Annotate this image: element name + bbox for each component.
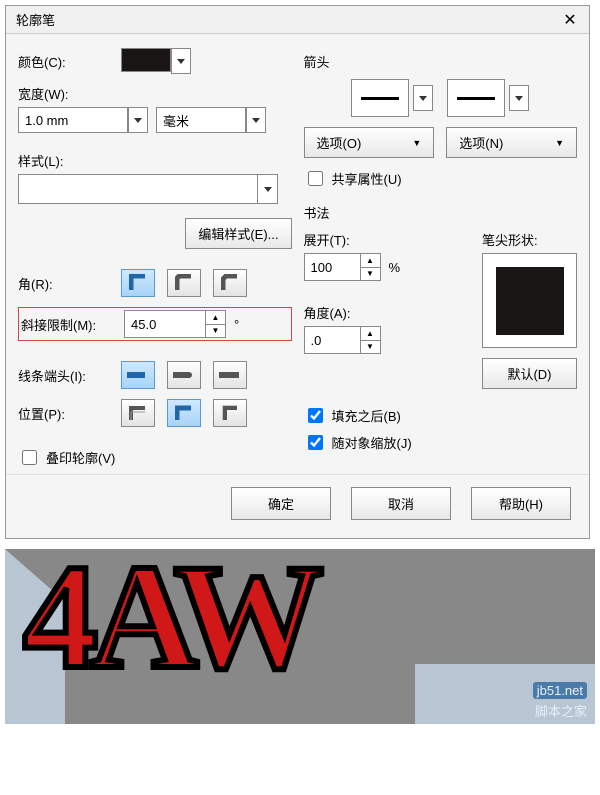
left-column: 颜色(C): 宽度(W): — [18, 48, 292, 468]
stretch-label: 展开(T): — [304, 230, 469, 249]
style-label: 样式(L): — [18, 151, 113, 170]
cap-round-icon[interactable] — [167, 361, 201, 389]
cap-label: 线条端头(I): — [18, 366, 113, 385]
result-preview: 4AW jb51.net 脚本之家 — [5, 549, 595, 724]
arrow-title: 箭头 — [304, 52, 578, 71]
corner-label: 角(R): — [18, 274, 113, 293]
scale-with-label: 随对象缩放(J) — [332, 433, 412, 452]
color-label: 颜色(C): — [18, 52, 113, 71]
position-center-icon[interactable] — [167, 399, 201, 427]
share-attr-label: 共享属性(U) — [332, 169, 402, 188]
unit-combo[interactable] — [156, 107, 266, 133]
corner-bevel-icon[interactable] — [213, 269, 247, 297]
default-button[interactable]: 默认(D) — [482, 358, 577, 389]
corner-round-icon[interactable] — [167, 269, 201, 297]
angle-label: 角度(A): — [304, 303, 469, 322]
cap-square-icon[interactable] — [213, 361, 247, 389]
arrow-options-right[interactable]: 选项(N)▼ — [446, 127, 577, 158]
miter-unit: ° — [234, 317, 239, 332]
dialog-title: 轮廓笔 — [16, 10, 55, 29]
outline-pen-dialog: 轮廓笔 ✕ 颜色(C): 宽度(W): — [5, 5, 590, 539]
spin-up-icon[interactable]: ▲ — [361, 254, 380, 268]
position-label: 位置(P): — [18, 404, 113, 423]
edit-style-button[interactable]: 编辑样式(E)... — [185, 218, 291, 249]
chevron-down-icon[interactable] — [171, 48, 191, 74]
chevron-down-icon[interactable] — [257, 175, 277, 203]
dialog-footer: 确定 取消 帮助(H) — [6, 474, 589, 538]
watermark-name: 脚本之家 — [535, 704, 587, 719]
titlebar: 轮廓笔 ✕ — [6, 6, 589, 34]
spin-up-icon[interactable]: ▲ — [361, 327, 380, 341]
right-column: 箭头 选项(O)▼ 选项(N)▼ 共享属性(U) 书 — [304, 48, 578, 468]
arrow-end-preview — [447, 79, 505, 117]
share-attr-checkbox[interactable]: 共享属性(U) — [304, 168, 578, 189]
angle-input[interactable] — [305, 327, 360, 353]
nib-preview — [482, 253, 577, 348]
angle-spinner[interactable]: ▲▼ — [304, 326, 381, 354]
miter-label: 斜接限制(M): — [21, 315, 116, 334]
watermark: jb51.net 脚本之家 — [533, 679, 587, 721]
position-outside-icon[interactable] — [121, 399, 155, 427]
help-button[interactable]: 帮助(H) — [471, 487, 571, 520]
share-attr-input[interactable] — [308, 171, 323, 186]
behind-fill-checkbox[interactable]: 填充之后(B) — [304, 405, 578, 426]
cap-flat-icon[interactable] — [121, 361, 155, 389]
close-icon[interactable]: ✕ — [561, 11, 579, 29]
position-inside-icon[interactable] — [213, 399, 247, 427]
color-picker[interactable] — [121, 48, 191, 74]
scale-with-checkbox[interactable]: 随对象缩放(J) — [304, 432, 578, 453]
behind-fill-input[interactable] — [308, 408, 323, 423]
chevron-down-icon[interactable] — [509, 85, 529, 111]
spin-down-icon[interactable]: ▼ — [361, 268, 380, 281]
behind-fill-label: 填充之后(B) — [332, 406, 401, 425]
overprint-checkbox[interactable]: 叠印轮廓(V) — [18, 447, 292, 468]
chevron-down-icon[interactable] — [246, 107, 266, 133]
arrow-options-left[interactable]: 选项(O)▼ — [304, 127, 435, 158]
overprint-label: 叠印轮廓(V) — [46, 448, 115, 467]
spin-down-icon[interactable]: ▼ — [206, 325, 225, 338]
watermark-site: jb51.net — [533, 682, 587, 699]
ok-button[interactable]: 确定 — [231, 487, 331, 520]
preview-text: 4AW — [23, 549, 316, 703]
overprint-input[interactable] — [22, 450, 37, 465]
miter-spinner[interactable]: ▲▼ — [124, 310, 226, 338]
unit-input[interactable] — [156, 107, 246, 133]
style-combo[interactable] — [18, 174, 278, 204]
scale-with-input[interactable] — [308, 435, 323, 450]
stretch-unit: % — [389, 260, 401, 275]
nib-label: 笔尖形状: — [482, 230, 577, 249]
chevron-down-icon[interactable] — [413, 85, 433, 111]
spin-up-icon[interactable]: ▲ — [206, 311, 225, 325]
spin-down-icon[interactable]: ▼ — [361, 341, 380, 354]
miter-input[interactable] — [125, 311, 205, 337]
cancel-button[interactable]: 取消 — [351, 487, 451, 520]
arrow-start-preview — [351, 79, 409, 117]
chevron-down-icon[interactable] — [128, 107, 148, 133]
color-swatch — [121, 48, 171, 72]
width-label: 宽度(W): — [18, 84, 113, 103]
calligraphy-title: 书法 — [304, 203, 578, 222]
miter-limit-row: 斜接限制(M): ▲▼ ° — [18, 307, 292, 341]
stretch-spinner[interactable]: ▲▼ — [304, 253, 381, 281]
dialog-content: 颜色(C): 宽度(W): — [6, 34, 589, 474]
corner-miter-icon[interactable] — [121, 269, 155, 297]
width-combo[interactable] — [18, 107, 148, 133]
stretch-input[interactable] — [305, 254, 360, 280]
width-input[interactable] — [18, 107, 128, 133]
